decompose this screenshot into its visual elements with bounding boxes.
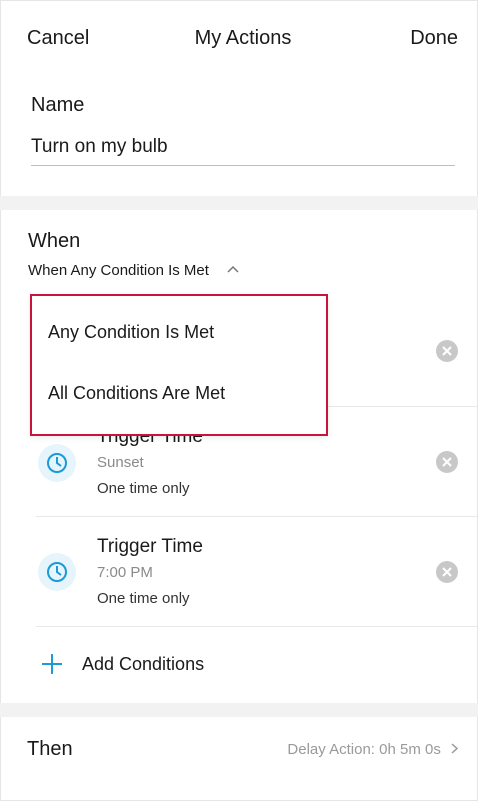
when-mode-text: When Any Condition Is Met	[28, 262, 209, 279]
chevron-right-icon	[451, 741, 459, 758]
chevron-up-icon[interactable]	[227, 262, 239, 276]
section-separator	[0, 196, 478, 210]
section-separator	[0, 703, 478, 717]
condition-mode-dropdown: Any Condition Is Met All Conditions Are …	[30, 294, 328, 436]
plus-icon	[40, 652, 64, 681]
option-any-condition[interactable]: Any Condition Is Met	[48, 322, 214, 343]
page-title: My Actions	[194, 27, 292, 49]
name-input[interactable]: Turn on my bulb	[31, 136, 168, 158]
condition-repeat: One time only	[97, 480, 190, 497]
delete-condition-button[interactable]	[436, 340, 458, 362]
delete-condition-button[interactable]	[436, 561, 458, 583]
then-label: Then	[27, 738, 73, 760]
option-all-conditions[interactable]: All Conditions Are Met	[48, 383, 225, 404]
condition-time: Sunset	[97, 454, 144, 471]
delete-condition-button[interactable]	[436, 451, 458, 473]
delay-action-text: Delay Action: 0h 5m 0s	[287, 741, 441, 758]
navigation-bar: Cancel My Actions Done	[0, 0, 478, 76]
clock-icon	[38, 553, 76, 591]
row-divider	[36, 626, 478, 627]
done-button[interactable]: Done	[410, 27, 458, 50]
clock-icon	[38, 444, 76, 482]
condition-time: 7:00 PM	[97, 564, 153, 581]
delay-action-link[interactable]: Delay Action: 0h 5m 0s	[287, 741, 459, 758]
add-conditions-label: Add Conditions	[82, 654, 205, 674]
condition-row[interactable]: Trigger Time 7:00 PM One time only	[36, 516, 478, 626]
when-label: When	[28, 230, 81, 252]
name-label: Name	[31, 94, 85, 116]
condition-repeat: One time only	[97, 590, 190, 607]
when-mode-selector[interactable]: When Any Condition Is Met	[28, 262, 239, 279]
condition-title: Trigger Time	[97, 536, 203, 557]
name-input-underline	[31, 165, 455, 166]
